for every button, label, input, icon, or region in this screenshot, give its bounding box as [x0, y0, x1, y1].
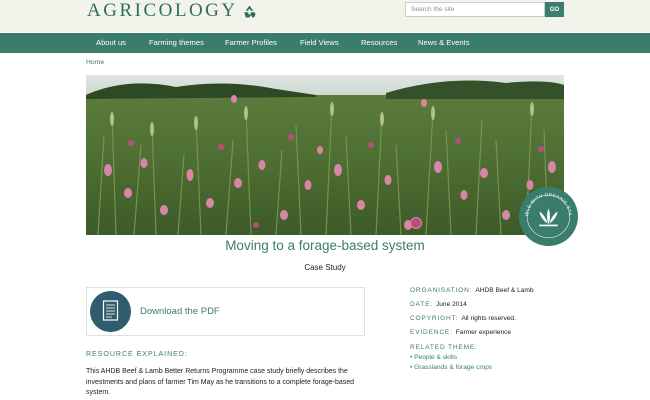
- meta-organisation: ORGANISATION: AHDB Beef & Lamb: [410, 287, 534, 294]
- meadow-photo: [86, 75, 564, 235]
- recycle-leaf-icon: [243, 5, 256, 17]
- resource-explained-heading: RESOURCE EXPLAINED:: [86, 351, 188, 358]
- logo-text: AGRICOLOGY: [87, 0, 238, 21]
- nav-item-about-us[interactable]: About us: [96, 33, 126, 53]
- meta-evidence: EVIDENCE: Farmer experience: [410, 329, 511, 336]
- copyright-label: COPYRIGHT:: [410, 315, 459, 322]
- search-button[interactable]: GO: [545, 2, 564, 17]
- download-pdf-button[interactable]: Download the PDF: [86, 287, 365, 336]
- site-header: AGRICOLOGY GO: [0, 0, 650, 32]
- related-theme-list: • People & skills • Grasslands & forage …: [410, 353, 492, 372]
- meta-date: DATE: June 2014: [410, 301, 467, 308]
- nav-item-field-views[interactable]: Field Views: [300, 33, 339, 53]
- page-title: Moving to a forage-based system: [225, 238, 425, 253]
- date-label: DATE:: [410, 301, 433, 308]
- hero-image: [86, 75, 564, 235]
- nav-item-news-events[interactable]: News & Events: [418, 33, 470, 53]
- download-pdf-label: Download the PDF: [140, 306, 220, 317]
- copyright-value: All rights reserved.: [461, 315, 516, 322]
- pdf-icon-circle: [90, 291, 131, 332]
- evidence-value: Farmer experience: [455, 329, 512, 336]
- nav-item-farmer-profiles[interactable]: Farmer Profiles: [225, 33, 277, 53]
- nav-item-resources[interactable]: Resources: [361, 33, 397, 53]
- date-value: June 2014: [435, 301, 467, 308]
- evidence-label: EVIDENCE:: [410, 329, 453, 336]
- document-icon: [102, 300, 119, 321]
- related-theme-link-grasslands[interactable]: • Grasslands & forage crops: [410, 363, 492, 373]
- page-subtitle: Case Study: [304, 263, 346, 272]
- resource-description: This AHDB Beef & Lamb Better Returns Pro…: [86, 368, 355, 396]
- related-theme-heading: RELATED THEME:: [410, 344, 478, 351]
- related-theme-link-people-skills[interactable]: • People & skills: [410, 353, 492, 363]
- organisation-label: ORGANISATION:: [410, 287, 473, 294]
- breadcrumb-home[interactable]: Home: [86, 59, 104, 66]
- nav-item-farming-themes[interactable]: Farming themes: [149, 33, 204, 53]
- organisation-value: AHDB Beef & Lamb: [475, 287, 534, 294]
- search-input[interactable]: [405, 2, 545, 17]
- site-logo[interactable]: AGRICOLOGY: [87, 0, 257, 22]
- main-nav: About us Farming themes Farmer Profiles …: [0, 33, 650, 53]
- meta-copyright: COPYRIGHT: All rights reserved.: [410, 315, 516, 322]
